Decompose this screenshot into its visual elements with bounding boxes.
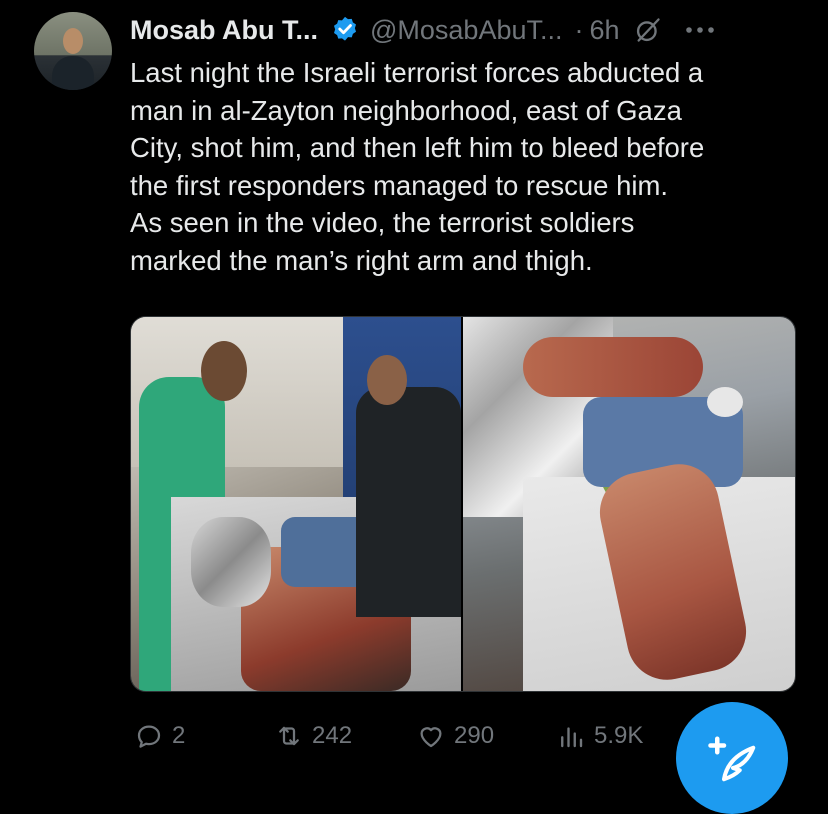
tweet-text-line: the first responders managed to rescue h… [130, 169, 669, 201]
reply-icon [137, 725, 161, 748]
views-icon [561, 727, 583, 748]
tweet-text: Last night the Israeli terrorist forces … [130, 54, 810, 280]
tweet[interactable]: Mosab Abu T... @MosabAbuT... · 6h Last n… [0, 0, 828, 814]
repost-count: 242 [312, 722, 353, 749]
more-icon[interactable] [684, 25, 716, 35]
media-image-left[interactable] [131, 317, 461, 691]
tweet-text-line: man in al-Zayton neighborhood, east of G… [130, 94, 682, 126]
tweet-text-line: marked the man’s right arm and thigh. [130, 244, 593, 276]
avatar-body [52, 56, 94, 90]
grok-icon[interactable] [634, 16, 662, 44]
media-grid [130, 316, 796, 692]
tweet-header: Mosab Abu T... @MosabAbuT... · 6h [130, 10, 716, 50]
views-button[interactable]: 5.9K [556, 716, 643, 756]
avatar-head [63, 28, 83, 54]
compose-icon [708, 736, 756, 782]
media-image-right[interactable] [463, 317, 795, 691]
repost-button[interactable]: 242 [274, 716, 352, 756]
image-arm [523, 337, 703, 397]
tweet-text-line: As seen in the video, the terrorist sold… [130, 207, 635, 239]
action-bar: 2 242 290 5.9K [134, 716, 694, 756]
reply-count: 2 [172, 722, 186, 749]
like-count: 290 [454, 722, 495, 749]
image-responder-head [367, 355, 407, 405]
author-handle[interactable]: @MosabAbuT... [370, 15, 563, 46]
tweet-text-line: City, shot him, and then left him to ble… [130, 132, 705, 164]
separator-dot: · [574, 14, 584, 45]
reply-button[interactable]: 2 [134, 716, 185, 756]
compose-button[interactable] [676, 702, 788, 814]
image-foil-blanket [191, 517, 271, 607]
timestamp[interactable]: 6h [590, 15, 620, 46]
image-responder-jacket [356, 387, 461, 617]
tweet-text-line: Last night the Israeli terrorist forces … [130, 57, 704, 88]
verified-badge-icon [334, 16, 356, 41]
author-name[interactable]: Mosab Abu T... [130, 15, 318, 46]
repost-icon [279, 726, 299, 746]
like-button[interactable]: 290 [416, 716, 494, 756]
image-medic-head [201, 341, 247, 401]
like-icon [420, 727, 442, 748]
views-count: 5.9K [594, 722, 644, 749]
image-gloved-hand [707, 387, 743, 417]
avatar[interactable] [34, 12, 112, 90]
